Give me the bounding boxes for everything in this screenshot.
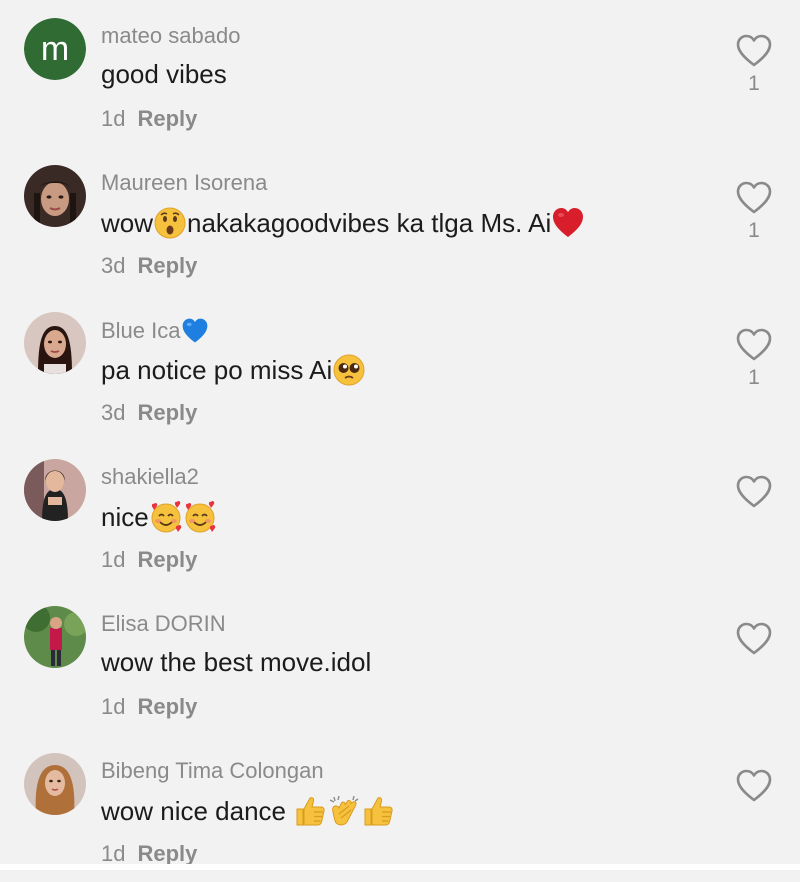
avatar-photo	[24, 459, 86, 521]
comment-text-part: wow	[101, 207, 154, 238]
comment-text: pa notice po miss Ai	[101, 353, 366, 387]
comment-username[interactable]: Bibeng Tima Colongan	[101, 758, 324, 784]
comment-meta: 1d Reply	[101, 694, 197, 720]
comment-text: wow nakakagoodvibes ka tlga Ms. Ai	[101, 206, 585, 240]
avatar-photo	[24, 753, 86, 815]
heart-icon[interactable]	[736, 34, 772, 68]
comment-text: nice	[101, 500, 217, 534]
comment-username[interactable]: shakiella2	[101, 464, 199, 490]
blue-heart-icon	[182, 318, 207, 343]
comment-text-part: wow nice dance	[101, 795, 294, 826]
reply-button[interactable]: Reply	[137, 841, 197, 866]
comment-meta: 1d Reply	[101, 106, 197, 132]
bottom-edge	[0, 864, 800, 870]
comment-text-part: pa notice po miss Ai	[101, 354, 333, 385]
comment-text: wow nice dance	[101, 794, 395, 828]
avatar-photo	[24, 165, 86, 227]
avatar[interactable]	[24, 606, 86, 668]
avatar-letter: m	[24, 18, 86, 80]
comment-date: 1d	[101, 106, 126, 131]
like-count: 1	[748, 366, 760, 389]
comment-date: 1d	[101, 547, 126, 572]
comment-item: shakiella2 nice 1d Reply	[0, 441, 800, 588]
pleading-face-icon	[333, 354, 365, 386]
thumbs-up-icon	[364, 797, 393, 826]
comment-username[interactable]: Blue Ica	[101, 317, 209, 345]
like-count: 1	[748, 219, 760, 242]
comment-date: 1d	[101, 694, 126, 719]
comment-username[interactable]: Elisa DORIN	[101, 611, 226, 637]
comment-item: Bibeng Tima Colongan wow nice dance 1d Re…	[0, 735, 800, 882]
astonished-face-icon	[154, 207, 186, 239]
comment-item: Elisa DORIN wow the best move.idol 1d Rep…	[0, 588, 800, 735]
comment-item: Maureen Isorena wow nakakagoodvibes ka t…	[0, 147, 800, 294]
heart-icon[interactable]	[736, 328, 772, 362]
comment-text: good vibes	[101, 59, 227, 89]
smiling-face-with-hearts-icon	[185, 500, 215, 533]
avatar[interactable]	[24, 459, 86, 521]
smiling-face-with-hearts-icon	[151, 500, 181, 533]
avatar-photo	[24, 312, 86, 374]
reply-button[interactable]: Reply	[137, 400, 197, 425]
reply-button[interactable]: Reply	[137, 547, 197, 572]
comment-username[interactable]: mateo sabado	[101, 23, 240, 49]
clapping-hands-icon	[329, 795, 359, 826]
reply-button[interactable]: Reply	[137, 253, 197, 278]
heart-icon[interactable]	[736, 769, 772, 803]
comment-text: wow the best move.idol	[101, 647, 372, 677]
heart-icon[interactable]	[736, 181, 772, 215]
red-heart-icon	[553, 208, 584, 237]
comment-meta: 3d Reply	[101, 400, 197, 426]
comment-meta: 3d Reply	[101, 253, 197, 279]
like-count: 1	[748, 72, 760, 95]
reply-button[interactable]: Reply	[137, 106, 197, 131]
heart-icon[interactable]	[736, 622, 772, 656]
avatar[interactable]: m	[24, 18, 86, 80]
username-text: Blue Ica	[101, 318, 181, 343]
thumbs-up-icon	[296, 797, 325, 826]
comment-text-part: nice	[101, 501, 149, 532]
comment-date: 3d	[101, 253, 126, 278]
comment-username[interactable]: Maureen Isorena	[101, 170, 267, 196]
avatar[interactable]	[24, 165, 86, 227]
avatar[interactable]	[24, 312, 86, 374]
avatar-photo	[24, 606, 86, 668]
comment-date: 3d	[101, 400, 126, 425]
comment-item: Blue Ica pa notice po miss Ai 3d Reply 1	[0, 294, 800, 441]
reply-button[interactable]: Reply	[137, 694, 197, 719]
comment-item: m mateo sabado good vibes 1d Reply 1	[0, 0, 800, 147]
avatar[interactable]	[24, 753, 86, 815]
comment-date: 1d	[101, 841, 126, 866]
comment-meta: 1d Reply	[101, 547, 197, 573]
heart-icon[interactable]	[736, 475, 772, 509]
comment-text-part: nakakagoodvibes ka tlga Ms. Ai	[187, 207, 552, 238]
